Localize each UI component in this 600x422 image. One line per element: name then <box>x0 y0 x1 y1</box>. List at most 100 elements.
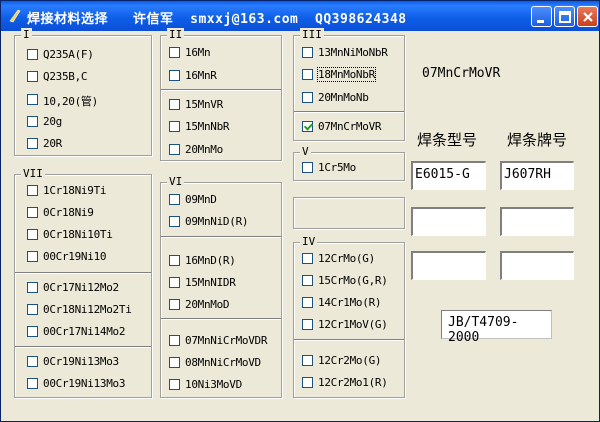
checkbox-label: 10,20(管) <box>43 95 98 108</box>
checkbox[interactable] <box>302 297 313 308</box>
checkbox[interactable] <box>169 194 180 205</box>
standard-label: JB/T4709-2000 <box>441 310 552 345</box>
checkbox[interactable] <box>302 377 313 388</box>
minimize-icon <box>537 20 544 23</box>
checkbox-label: 16MnR <box>185 69 217 82</box>
checkbox[interactable] <box>302 69 313 80</box>
electrode-model-field[interactable] <box>411 251 486 280</box>
checkbox[interactable] <box>169 99 180 110</box>
checkbox-label: 0Cr18Ni9 <box>43 206 94 219</box>
divider <box>294 339 404 341</box>
divider <box>161 318 281 320</box>
electrode-model-field[interactable] <box>411 207 486 236</box>
close-icon <box>583 12 593 22</box>
checkbox-label: 12Cr2Mo(G) <box>318 354 382 367</box>
checkbox-label: 09MnD <box>185 193 217 206</box>
checkbox-label: 20MnMoD <box>185 298 230 311</box>
checkbox-label: 07MnNiCrMoVDR <box>185 334 268 347</box>
checkbox-label: 1Cr18Ni9Ti <box>43 184 107 197</box>
divider <box>161 236 281 238</box>
group-i: I Q235A(F) Q235B,C 10,20(管) 20g 20R <box>14 28 152 156</box>
checkbox[interactable] <box>169 144 180 155</box>
group-vi: VI 09MnD 09MnNiD(R) 16MnD(R) 15MnNIDR 20… <box>160 175 282 398</box>
checkbox-label: 0Cr18Ni10Ti <box>43 228 113 241</box>
title-bar[interactable]: 焊接材料选择 许信军 smxxj@163.com QQ398624348 <box>1 1 599 31</box>
checkbox[interactable] <box>169 379 180 390</box>
checkbox[interactable] <box>302 355 313 366</box>
checkbox[interactable] <box>302 92 313 103</box>
group-ii: II 16Mn 16MnR 15MnVR 15MnNbR 20MnMo <box>160 28 282 161</box>
checkbox[interactable] <box>302 162 313 173</box>
checkbox[interactable] <box>169 121 180 132</box>
divider <box>15 272 151 274</box>
checkbox[interactable] <box>27 282 38 293</box>
checkbox[interactable] <box>169 299 180 310</box>
checkbox-label: 12Cr1MoV(G) <box>318 318 388 331</box>
app-icon <box>9 9 21 23</box>
checkbox-label: 15MnNIDR <box>185 276 236 289</box>
checkbox-label: 20MnMo <box>185 143 223 156</box>
checkbox[interactable] <box>27 94 38 105</box>
checkbox[interactable] <box>302 319 313 330</box>
checkbox[interactable] <box>27 207 38 218</box>
electrode-brand-field[interactable] <box>500 207 574 236</box>
checkbox-label: 09MnNiD(R) <box>185 215 249 228</box>
checkbox[interactable] <box>27 71 38 82</box>
checkbox[interactable] <box>27 304 38 315</box>
checkbox[interactable] <box>169 357 180 368</box>
checkbox[interactable] <box>27 185 38 196</box>
checkbox[interactable] <box>27 229 38 240</box>
checkbox[interactable] <box>27 251 38 262</box>
group-label: VI <box>167 175 185 189</box>
checkbox-label: 00Cr17Ni14Mo2 <box>43 325 126 338</box>
checkbox-label: 14Cr1Mo(R) <box>318 296 382 309</box>
divider <box>294 111 404 113</box>
checkbox[interactable] <box>27 378 38 389</box>
divider <box>15 346 151 348</box>
checkbox[interactable] <box>27 326 38 337</box>
electrode-brand-field[interactable] <box>500 251 574 280</box>
checkbox-label: 16MnD(R) <box>185 254 236 267</box>
checkbox-checked[interactable] <box>302 121 313 132</box>
checkbox-label: 12CrMo(G) <box>318 252 375 265</box>
group-label: VII <box>21 167 45 181</box>
close-button[interactable] <box>577 6 598 27</box>
minimize-button[interactable] <box>531 6 552 27</box>
checkbox-label: 12Cr2Mo1(R) <box>318 376 388 389</box>
checkbox[interactable] <box>27 116 38 127</box>
checkbox[interactable] <box>27 49 38 60</box>
group-iii: III 13MnNiMoNbR 18MnMoNbR 20MnMoNb 07MnC… <box>293 28 405 141</box>
checkbox[interactable] <box>169 216 180 227</box>
checkbox[interactable] <box>169 277 180 288</box>
electrode-brand-field[interactable]: J607RH <box>500 161 574 190</box>
group-label: III <box>300 28 324 42</box>
checkbox-label: 15MnVR <box>185 98 223 111</box>
group-iv: IV 12CrMo(G) 15CrMo(G,R) 14Cr1Mo(R) 12Cr… <box>293 235 405 398</box>
client-area: I Q235A(F) Q235B,C 10,20(管) 20g 20R II 1… <box>5 28 595 417</box>
checkbox[interactable] <box>27 138 38 149</box>
checkbox-label: 0Cr17Ni12Mo2 <box>43 281 119 294</box>
checkbox[interactable] <box>27 356 38 367</box>
window-title: 焊接材料选择 许信军 smxxj@163.com QQ398624348 <box>27 12 407 27</box>
checkbox[interactable] <box>302 253 313 264</box>
empty-group <box>293 197 405 229</box>
checkbox-label: 20R <box>43 137 62 150</box>
checkbox-label: 18MnMoNbR <box>317 67 376 82</box>
checkbox[interactable] <box>169 70 180 81</box>
electrode-model-field[interactable]: E6015-G <box>411 161 486 190</box>
checkbox-label: 0Cr18Ni12Mo2Ti <box>43 303 132 316</box>
checkbox[interactable] <box>302 47 313 58</box>
checkbox-label: 00Cr19Ni13Mo3 <box>43 377 126 390</box>
checkbox-label: 00Cr19Ni10 <box>43 250 107 263</box>
checkbox[interactable] <box>169 335 180 346</box>
checkbox[interactable] <box>169 255 180 266</box>
group-label: V <box>300 145 311 159</box>
checkbox[interactable] <box>302 275 313 286</box>
checkbox-label: 20MnMoNb <box>318 91 369 104</box>
checkbox-label: 10Ni3MoVD <box>185 378 242 391</box>
checkbox[interactable] <box>169 47 180 58</box>
maximize-button[interactable] <box>554 6 575 27</box>
selected-material: 07MnCrMoVR <box>422 66 501 81</box>
checkbox-label: 07MnCrMoVR <box>318 120 382 133</box>
checkbox-label: 13MnNiMoNbR <box>318 46 388 59</box>
